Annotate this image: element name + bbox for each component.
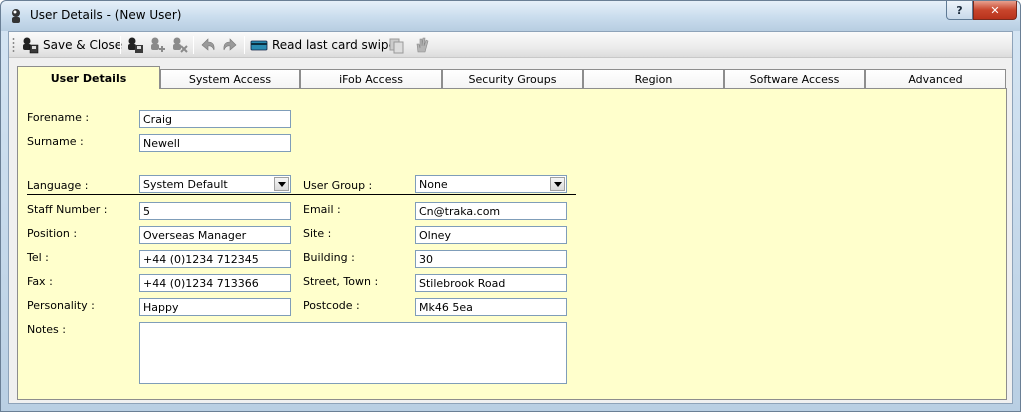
tel-field[interactable]: +44 (0)1234 712345 <box>139 250 291 268</box>
tab-region[interactable]: Region <box>583 69 724 88</box>
tab-strip: User Details System Access iFob Access S… <box>17 66 1007 89</box>
site-field[interactable]: Olney <box>415 226 567 244</box>
building-field[interactable]: 30 <box>415 250 567 268</box>
copy-button[interactable] <box>387 35 405 55</box>
redo-icon <box>223 38 237 51</box>
toolbar: Save & Close Read last card swipe <box>9 32 1012 58</box>
surname-label: Surname : <box>27 135 84 148</box>
fax-field[interactable]: +44 (0)1234 713366 <box>139 274 291 292</box>
save-add-button[interactable] <box>126 35 144 55</box>
undo-icon <box>201 38 215 51</box>
email-label: Email : <box>303 203 341 216</box>
help-button[interactable]: ? <box>946 1 973 20</box>
hand-button[interactable] <box>413 35 431 55</box>
tab-ifob-access[interactable]: iFob Access <box>300 69 442 88</box>
remove-user-button[interactable] <box>171 35 189 55</box>
section-divider <box>27 194 576 195</box>
add-user-icon <box>151 37 165 52</box>
personality-field[interactable]: Happy <box>139 298 291 316</box>
postcode-label: Postcode : <box>303 299 360 312</box>
tab-advanced[interactable]: Advanced <box>865 69 1006 88</box>
redo-button[interactable] <box>221 35 239 55</box>
notes-field[interactable] <box>139 322 567 384</box>
site-label: Site : <box>303 227 332 240</box>
street-town-field[interactable]: Stilebrook Road <box>415 274 567 292</box>
notes-label: Notes : <box>27 323 66 336</box>
toolbar-separator <box>244 36 245 54</box>
user-group-label: User Group : <box>303 179 373 192</box>
position-label: Position : <box>27 227 78 240</box>
forename-field[interactable]: Craig <box>139 110 291 128</box>
user-details-panel: Forename : Craig Surname : Newell Langua… <box>17 88 1007 400</box>
title-bar[interactable]: User Details - (New User) ? ✕ <box>1 1 1020 31</box>
save-close-label: Save & Close <box>43 38 123 52</box>
staff-number-label: Staff Number : <box>27 203 108 216</box>
user-group-value: None <box>419 178 448 191</box>
postcode-field[interactable]: Mk46 5ea <box>415 298 567 316</box>
app-icon <box>12 9 20 23</box>
fax-label: Fax : <box>27 275 53 288</box>
tab-system-access[interactable]: System Access <box>160 69 300 88</box>
toolbar-separator <box>120 36 121 54</box>
save-add-icon <box>128 37 143 53</box>
copy-icon <box>389 38 404 54</box>
remove-user-icon <box>173 37 188 53</box>
hand-icon <box>416 37 429 53</box>
surname-field[interactable]: Newell <box>139 134 291 152</box>
forename-label: Forename : <box>27 111 90 124</box>
tab-security-groups[interactable]: Security Groups <box>442 69 583 88</box>
tab-user-details[interactable]: User Details <box>17 66 160 89</box>
save-close-button[interactable]: Save & Close <box>21 35 122 55</box>
personality-label: Personality : <box>27 299 95 312</box>
language-label: Language : <box>27 179 89 192</box>
user-group-select[interactable]: None <box>415 175 567 193</box>
close-button[interactable]: ✕ <box>973 1 1017 20</box>
staff-number-field[interactable]: 5 <box>139 202 291 220</box>
client-area: Save & Close Read last card swipe User D… <box>8 31 1013 404</box>
toolbar-separator <box>193 36 194 54</box>
card-reader-icon <box>250 40 268 51</box>
read-card-button[interactable]: Read last card swipe <box>250 35 396 55</box>
chevron-down-icon[interactable] <box>550 177 565 191</box>
undo-button[interactable] <box>199 35 217 55</box>
language-value: System Default <box>143 178 228 191</box>
user-details-window: User Details - (New User) ? ✕ Save & Clo… <box>0 0 1021 412</box>
read-card-label: Read last card swipe <box>272 38 396 52</box>
toolbar-grip[interactable] <box>12 37 15 53</box>
save-close-icon <box>23 37 39 54</box>
street-town-label: Street, Town : <box>303 275 379 288</box>
window-title: User Details - (New User) <box>30 8 182 22</box>
language-select[interactable]: System Default <box>139 175 291 193</box>
position-field[interactable]: Overseas Manager <box>139 226 291 244</box>
chevron-down-icon[interactable] <box>274 177 289 191</box>
email-field[interactable]: Cn@traka.com <box>415 202 567 220</box>
tel-label: Tel : <box>27 251 49 264</box>
building-label: Building : <box>303 251 355 264</box>
tab-software-access[interactable]: Software Access <box>724 69 865 88</box>
add-user-button[interactable] <box>149 35 167 55</box>
